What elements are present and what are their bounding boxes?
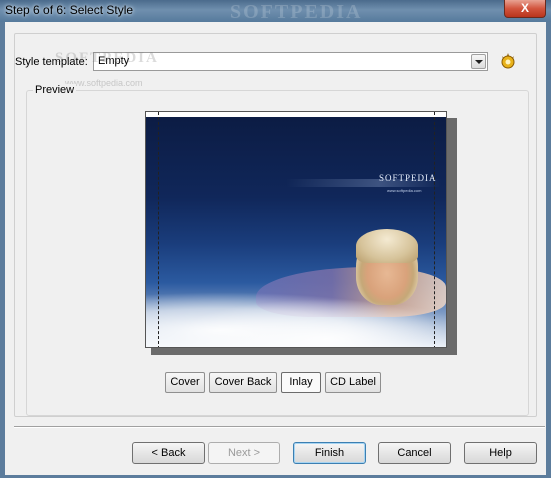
chevron-down-icon[interactable]: [471, 54, 486, 69]
footer-separator: [14, 426, 545, 428]
next-button[interactable]: Next >: [208, 442, 280, 464]
tab-inlay[interactable]: Inlay: [281, 372, 321, 393]
dialog-client: Style template: Empty SOFTPEDIA www.soft…: [5, 22, 546, 475]
tab-cover-back[interactable]: Cover Back: [209, 372, 277, 393]
cover-figure-hair: [356, 229, 418, 263]
cover-logo: SOFTPEDIA: [379, 173, 437, 183]
preview-canvas: SOFTPEDIA www.softpedia.com: [145, 111, 447, 348]
title-watermark: SOFTPEDIA: [230, 1, 363, 23]
help-button[interactable]: Help: [464, 442, 537, 464]
cover-url: www.softpedia.com: [387, 188, 422, 193]
finish-button[interactable]: Finish: [293, 442, 366, 464]
tab-cd-label[interactable]: CD Label: [325, 372, 381, 393]
cancel-button[interactable]: Cancel: [378, 442, 451, 464]
preview-legend: Preview: [33, 84, 77, 96]
watermark-text: SOFTPEDIA: [55, 50, 159, 66]
close-icon: X: [520, 1, 529, 15]
fold-line-right: [434, 112, 435, 347]
tab-cover[interactable]: Cover: [165, 372, 205, 393]
close-button[interactable]: X: [504, 0, 546, 18]
cover-image: SOFTPEDIA www.softpedia.com: [146, 117, 446, 347]
window-frame-right: [546, 22, 551, 478]
wizard-icon[interactable]: [499, 52, 517, 70]
back-button[interactable]: < Back: [132, 442, 205, 464]
cover-digits-band: [146, 292, 446, 347]
window-title: Step 6 of 6: Select Style: [5, 3, 134, 17]
fold-line-left: [158, 112, 159, 347]
title-bar: Step 6 of 6: Select Style SOFTPEDIA X: [0, 0, 551, 23]
watermark-url: www.softpedia.com: [65, 78, 143, 88]
